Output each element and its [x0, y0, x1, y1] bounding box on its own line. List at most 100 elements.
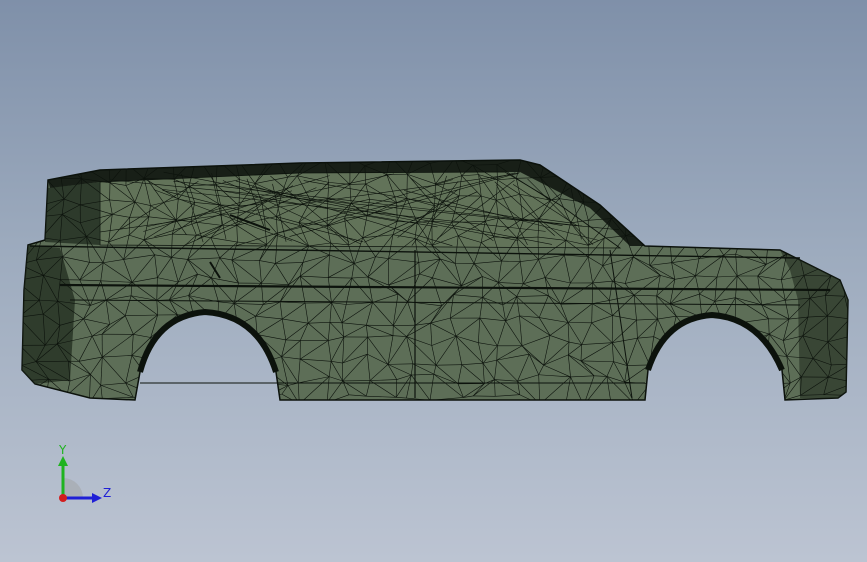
mesh-edge — [16, 264, 19, 280]
mesh-edge — [156, 396, 180, 400]
mesh-edge — [800, 174, 805, 195]
mesh-edge — [145, 374, 158, 397]
mesh-edge — [821, 202, 848, 215]
mesh-edge — [668, 356, 680, 381]
mesh-edge — [734, 323, 742, 345]
mesh-edge — [716, 217, 747, 245]
mesh-edge — [833, 164, 848, 166]
mesh-edge — [154, 342, 180, 361]
mesh-edge — [825, 238, 848, 267]
mesh-edge — [611, 174, 630, 206]
mesh-edge — [179, 337, 190, 344]
mesh-edge — [213, 339, 240, 342]
mesh-edge — [25, 215, 42, 238]
mesh-edge — [716, 164, 719, 186]
y-axis-label: Y — [58, 443, 67, 457]
mesh-edge — [168, 364, 180, 384]
mesh-edge — [743, 178, 760, 182]
mesh-edge — [759, 156, 788, 157]
mesh-edge — [759, 160, 789, 179]
mesh-edge — [696, 160, 719, 165]
mesh-edge — [743, 181, 763, 198]
mesh-edge — [679, 195, 697, 225]
mesh-edge — [198, 382, 215, 400]
mesh-edge — [692, 337, 715, 361]
mesh-edge — [740, 239, 769, 243]
mesh-edge — [825, 254, 844, 267]
mesh-edge — [802, 162, 824, 178]
mesh-edge — [217, 321, 240, 341]
mesh-edge — [210, 365, 215, 385]
mesh-edge — [36, 160, 63, 161]
mesh-edge — [678, 224, 692, 240]
mesh-edge — [679, 374, 704, 382]
mesh-edge — [625, 160, 654, 180]
mesh-edge — [803, 177, 824, 195]
mesh-edge — [716, 239, 741, 245]
mesh-edge — [264, 382, 267, 397]
mesh-edge — [669, 337, 694, 357]
mesh-edge — [324, 160, 351, 161]
mesh-edge — [799, 236, 807, 257]
mesh-edge — [678, 196, 681, 226]
mesh-edge — [746, 216, 760, 219]
mesh-edge — [739, 216, 760, 241]
mesh-edge — [605, 202, 629, 206]
mesh-edge — [678, 224, 697, 226]
mesh-edge — [800, 174, 824, 178]
mesh-edge — [694, 198, 697, 225]
mesh-edge — [740, 344, 744, 355]
mesh-edge — [652, 178, 681, 197]
mesh-edge — [765, 399, 785, 400]
mesh-edge — [539, 399, 567, 400]
mesh-edge — [198, 364, 212, 383]
mesh-edge — [762, 196, 779, 219]
mesh-edge — [787, 160, 801, 175]
mesh-edge — [694, 198, 725, 202]
mesh-edge — [14, 301, 18, 317]
mesh-edge — [724, 195, 736, 202]
mesh-edge — [712, 353, 744, 359]
mesh-edge — [734, 195, 747, 219]
mesh-edge — [832, 214, 848, 222]
orientation-triad: Y Z — [48, 440, 118, 510]
mesh-edge — [611, 160, 626, 176]
mesh-edge — [711, 358, 720, 385]
mesh-edge — [243, 363, 265, 384]
mesh-edge — [717, 163, 744, 182]
mesh-edge — [178, 337, 190, 365]
mesh-edge — [238, 395, 266, 398]
mesh-edge — [89, 398, 103, 400]
mesh-edge — [391, 157, 414, 158]
mesh-edge — [800, 163, 804, 175]
mesh-edge — [19, 317, 20, 345]
mesh-edge — [694, 184, 717, 200]
mesh-edge — [197, 160, 218, 161]
mesh-edge — [611, 403, 634, 404]
mesh-edge — [782, 236, 806, 244]
x-axis-dot — [59, 494, 67, 502]
mesh-edge — [747, 379, 766, 400]
mesh-edge — [758, 216, 783, 244]
mesh-edge — [716, 215, 719, 244]
mesh-edge — [611, 204, 630, 219]
mesh-edge — [22, 235, 42, 239]
mesh-edge — [691, 224, 697, 240]
mesh-edge — [717, 195, 736, 216]
mesh-edge — [743, 354, 748, 380]
mesh-edge — [718, 214, 747, 219]
z-axis-arrow — [92, 493, 102, 503]
mesh-edge — [25, 214, 41, 217]
mesh-edge — [145, 373, 169, 384]
mesh-edge — [725, 397, 744, 400]
mesh-edge — [628, 198, 655, 206]
mesh-edge — [787, 160, 804, 164]
mesh-edge — [668, 160, 682, 184]
mesh-edge — [669, 237, 692, 240]
mesh-edge — [669, 337, 694, 345]
mesh-edge — [831, 214, 848, 238]
graphics-viewport[interactable]: Y Z — [0, 0, 867, 562]
car-wireframe-model[interactable] — [0, 0, 867, 562]
mesh-edge — [173, 156, 197, 157]
mesh-edge — [609, 155, 625, 159]
